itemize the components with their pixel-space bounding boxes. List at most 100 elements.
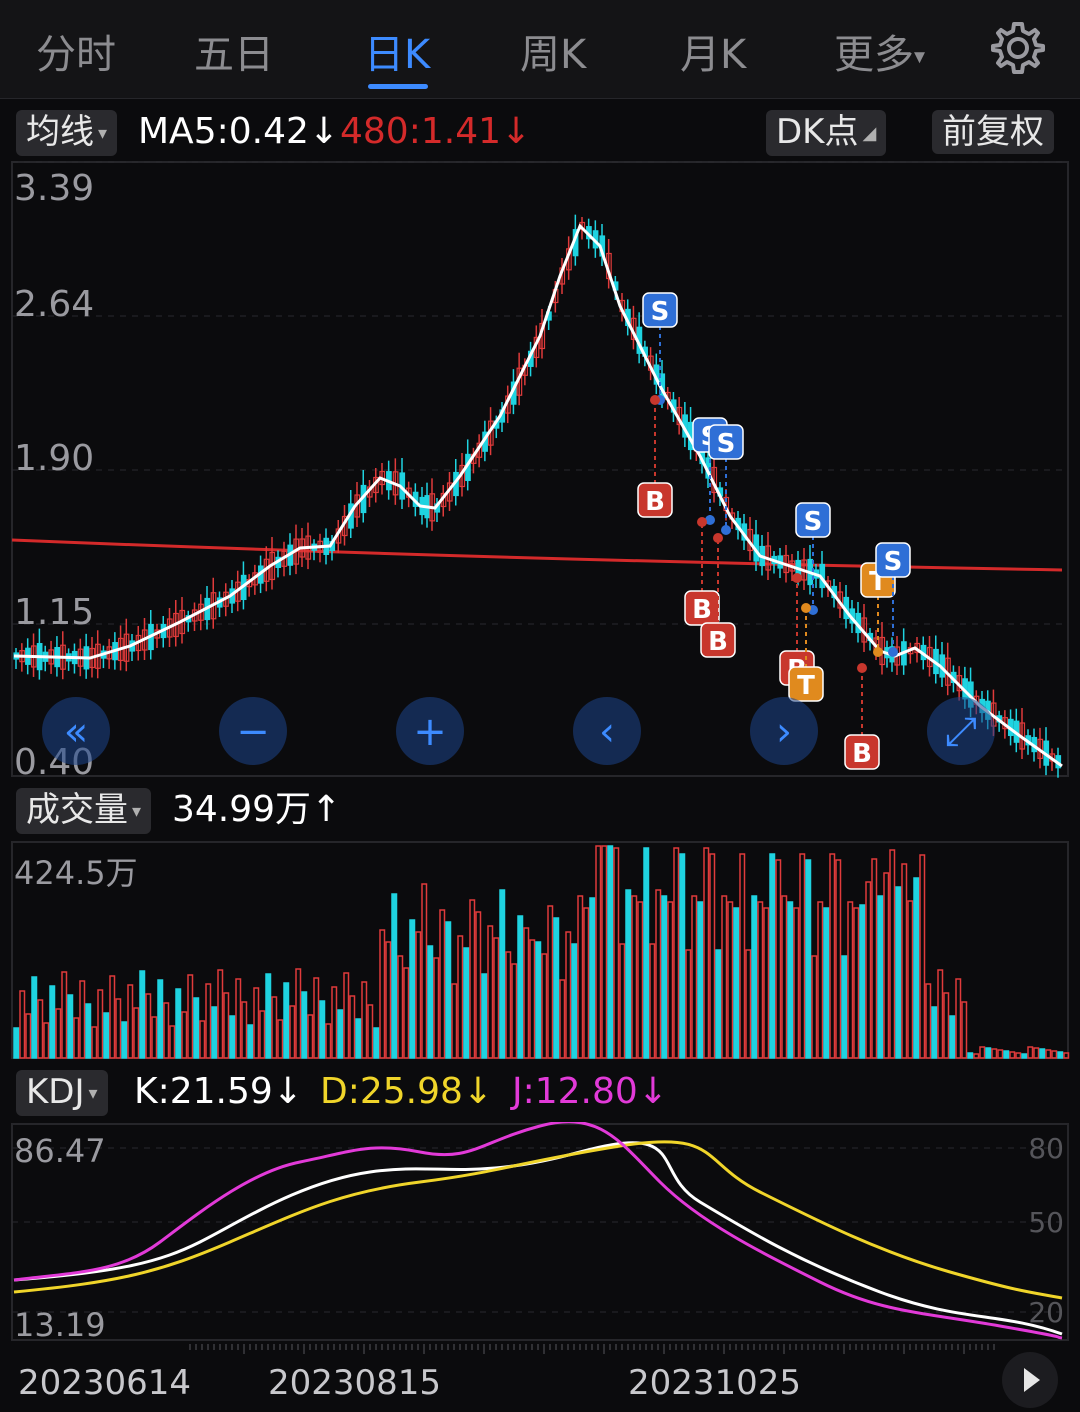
volume-bar bbox=[1063, 1052, 1070, 1059]
signal-dot bbox=[873, 647, 883, 657]
tab-weekly-k[interactable]: 周K bbox=[520, 22, 586, 80]
price-candlestick-chart[interactable]: SBSSBBSBTBTS 3.392.641.901.150.40 «−+‹›⤢ bbox=[0, 160, 1080, 780]
volume-bar bbox=[721, 895, 728, 1059]
signal-dot bbox=[713, 533, 723, 543]
volume-bar bbox=[673, 847, 680, 1059]
kdj-axis-top: 86.47 bbox=[14, 1132, 106, 1170]
volume-bar bbox=[565, 931, 572, 1059]
volume-bar bbox=[301, 991, 308, 1059]
zoom-in-button[interactable]: + bbox=[396, 697, 464, 765]
volume-bar bbox=[331, 986, 338, 1059]
volume-bar bbox=[1015, 1052, 1022, 1059]
tab-daily-k[interactable]: 日K bbox=[364, 22, 430, 80]
volume-bar bbox=[481, 973, 488, 1059]
volume-bar bbox=[775, 859, 782, 1059]
kdj-level-50: 50 bbox=[1028, 1206, 1064, 1239]
volume-bar bbox=[457, 935, 464, 1059]
dk-point-button[interactable]: DK点 ◢ bbox=[766, 110, 887, 156]
volume-bar bbox=[859, 904, 866, 1059]
volume-bar bbox=[1045, 1049, 1052, 1059]
volume-bar bbox=[259, 1010, 266, 1059]
volume-bar bbox=[589, 897, 596, 1059]
volume-bar bbox=[907, 900, 914, 1059]
forward-adjust-button[interactable]: 前复权 bbox=[932, 110, 1054, 154]
volume-bar bbox=[1003, 1050, 1010, 1059]
scroll-right-button[interactable]: › bbox=[750, 697, 818, 765]
tab-five-day[interactable]: 五日 bbox=[194, 22, 274, 80]
scroll-right-button[interactable] bbox=[1002, 1352, 1058, 1408]
volume-bar bbox=[283, 982, 290, 1059]
volume-bar bbox=[643, 847, 650, 1059]
gear-icon[interactable] bbox=[990, 20, 1046, 76]
volume-bar bbox=[607, 845, 614, 1059]
volume-bar bbox=[385, 941, 392, 1059]
kdj-level-80: 80 bbox=[1028, 1132, 1064, 1165]
volume-bar bbox=[745, 949, 752, 1059]
ma-selector[interactable]: 均线 ▾ bbox=[16, 110, 118, 156]
volume-bar bbox=[679, 853, 686, 1059]
volume-bar bbox=[373, 1027, 380, 1059]
volume-bar bbox=[307, 1014, 314, 1059]
volume-bar bbox=[193, 997, 200, 1059]
volume-bar bbox=[847, 901, 854, 1059]
ma-selector-label: 均线 bbox=[26, 112, 94, 152]
volume-bar bbox=[229, 1015, 236, 1059]
volume-bar bbox=[175, 988, 182, 1059]
volume-bar bbox=[913, 877, 920, 1059]
chevron-down-icon: ▾ bbox=[88, 1082, 98, 1104]
kdj-info-bar: KDJ ▾ K:21.59↓ D:25.98↓ J:12.80↓ bbox=[0, 1066, 1080, 1120]
volume-bar bbox=[793, 907, 800, 1059]
fullscreen-button[interactable]: ⤢ bbox=[927, 697, 995, 765]
volume-bar bbox=[985, 1047, 992, 1059]
arrow-up-icon: ↑ bbox=[311, 789, 342, 830]
volume-bar bbox=[511, 963, 518, 1059]
price-axis-label: 1.90 bbox=[14, 438, 94, 479]
signal-badge-label: S bbox=[717, 429, 736, 459]
volume-bar bbox=[661, 895, 668, 1059]
volume-bar bbox=[727, 901, 734, 1059]
volume-bar bbox=[901, 863, 908, 1059]
scroll-left-fast-button[interactable]: « bbox=[42, 697, 110, 765]
control-icon: › bbox=[776, 709, 792, 755]
scroll-left-button[interactable]: ‹ bbox=[573, 697, 641, 765]
volume-info-bar: 成交量 ▾ 34.99万↑ bbox=[0, 784, 1080, 836]
tab-intraday[interactable]: 分时 bbox=[36, 22, 116, 80]
volume-bar bbox=[781, 895, 788, 1059]
tab-monthly-k[interactable]: 月K bbox=[680, 22, 746, 80]
signal-badge-label: B bbox=[645, 487, 665, 517]
volume-bar bbox=[67, 994, 74, 1059]
kdj-j-text: J:12.80 bbox=[512, 1071, 638, 1112]
volume-selector[interactable]: 成交量 ▾ bbox=[16, 788, 152, 834]
volume-bar bbox=[523, 927, 530, 1059]
volume-bar bbox=[409, 919, 416, 1059]
volume-bar bbox=[613, 847, 620, 1059]
volume-bar bbox=[535, 941, 542, 1059]
volume-bar bbox=[97, 989, 104, 1059]
ma5-text: MA5:0.42 bbox=[138, 111, 309, 152]
control-icon: ‹ bbox=[599, 709, 615, 755]
signal-dot bbox=[697, 517, 707, 527]
volume-bar bbox=[469, 899, 476, 1059]
tab-more[interactable]: 更多▾ bbox=[834, 22, 925, 80]
volume-bar bbox=[211, 1006, 218, 1059]
volume-bar bbox=[55, 1008, 62, 1059]
kdj-d-text: D:25.98 bbox=[320, 1071, 463, 1112]
signal-dot bbox=[650, 395, 660, 405]
volume-bar bbox=[925, 983, 932, 1059]
volume-bar bbox=[79, 980, 86, 1059]
volume-bar bbox=[949, 1015, 956, 1059]
volume-bar bbox=[223, 992, 230, 1059]
kdj-selector[interactable]: KDJ ▾ bbox=[16, 1070, 108, 1116]
volume-chart[interactable]: 424.5万 bbox=[0, 840, 1080, 1062]
date-label: 20230815 bbox=[268, 1363, 441, 1403]
volume-bar bbox=[253, 987, 260, 1059]
kdj-k-value: K:21.59↓ bbox=[134, 1070, 303, 1114]
signal-dot bbox=[857, 663, 867, 673]
zoom-out-button[interactable]: − bbox=[219, 697, 287, 765]
ma480-value: 480:1.41↓ bbox=[340, 110, 531, 154]
volume-bar bbox=[967, 1052, 974, 1059]
volume-bar bbox=[265, 973, 272, 1059]
control-icon: ⤢ bbox=[945, 709, 977, 755]
volume-bar bbox=[445, 921, 452, 1059]
kdj-chart[interactable]: 86.47 13.19 80 50 20 bbox=[0, 1122, 1080, 1344]
